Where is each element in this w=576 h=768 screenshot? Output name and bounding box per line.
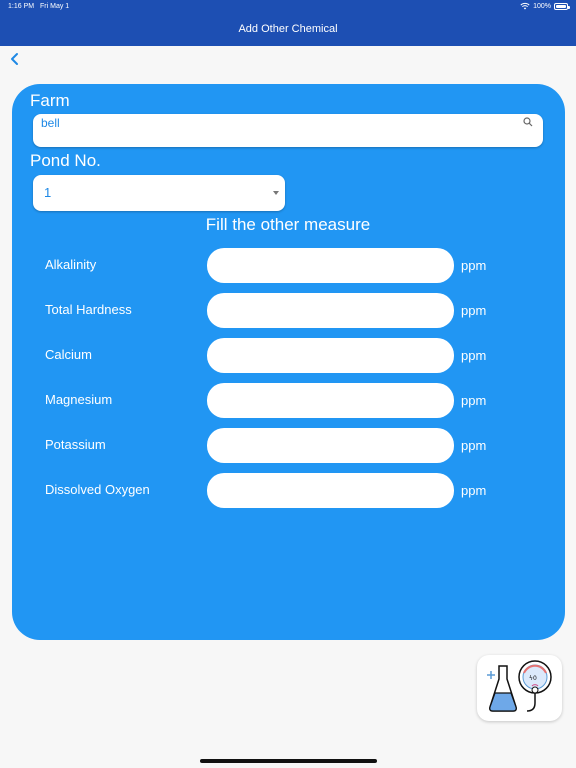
battery-percent: 100% bbox=[533, 2, 551, 10]
status-right: 100% bbox=[520, 2, 570, 10]
dropdown-caret-icon bbox=[273, 191, 279, 195]
wifi-icon bbox=[520, 2, 530, 10]
measure-unit: ppm bbox=[461, 348, 487, 363]
back-button[interactable] bbox=[8, 51, 22, 67]
measure-input-potassium[interactable] bbox=[207, 428, 454, 463]
pond-select[interactable]: 1 bbox=[33, 175, 285, 211]
pond-label: Pond No. bbox=[30, 151, 101, 170]
status-time: 1:16 PM bbox=[8, 3, 35, 10]
measure-unit: ppm bbox=[461, 438, 487, 453]
search-icon[interactable] bbox=[523, 117, 533, 127]
home-indicator bbox=[200, 759, 377, 763]
measure-label-magnesium: Magnesium bbox=[45, 392, 113, 407]
measure-label-calcium: Calcium bbox=[45, 347, 92, 362]
measure-unit: ppm bbox=[461, 258, 487, 273]
battery-icon bbox=[554, 2, 570, 10]
measure-unit: ppm bbox=[461, 393, 487, 408]
measure-input-magnesium[interactable] bbox=[207, 383, 454, 418]
measure-label-potassium: Potassium bbox=[45, 437, 106, 452]
back-chevron-icon bbox=[11, 53, 18, 65]
pond-value: 1 bbox=[44, 185, 52, 200]
svg-text:ϟ0: ϟ0 bbox=[529, 675, 537, 682]
page-title: Add Other Chemical bbox=[238, 23, 338, 35]
measure-label-alkalinity: Alkalinity bbox=[45, 257, 97, 272]
measure-label-total-hardness: Total Hardness bbox=[45, 302, 132, 317]
add-measure-button[interactable]: ϟ0 bbox=[477, 655, 562, 721]
farm-search-input[interactable]: bell bbox=[33, 114, 543, 147]
top-bar: 1:16 PM Fri May 1 100% Add Other Chemica… bbox=[0, 0, 576, 46]
measure-unit: ppm bbox=[461, 303, 487, 318]
farm-label: Farm bbox=[30, 91, 70, 110]
measure-input-total-hardness[interactable] bbox=[207, 293, 454, 328]
measure-input-calcium[interactable] bbox=[207, 338, 454, 373]
measure-unit: ppm bbox=[461, 483, 487, 498]
farm-value: bell bbox=[41, 116, 60, 130]
measure-label-dissolved-oxygen: Dissolved Oxygen bbox=[45, 482, 150, 497]
status-date: Fri May 1 bbox=[40, 3, 70, 10]
app-logo-icon: ϟ0 bbox=[487, 660, 552, 712]
measure-input-alkalinity[interactable] bbox=[207, 248, 454, 283]
section-title: Fill the other measure bbox=[205, 215, 371, 234]
measure-input-dissolved-oxygen[interactable] bbox=[207, 473, 454, 508]
